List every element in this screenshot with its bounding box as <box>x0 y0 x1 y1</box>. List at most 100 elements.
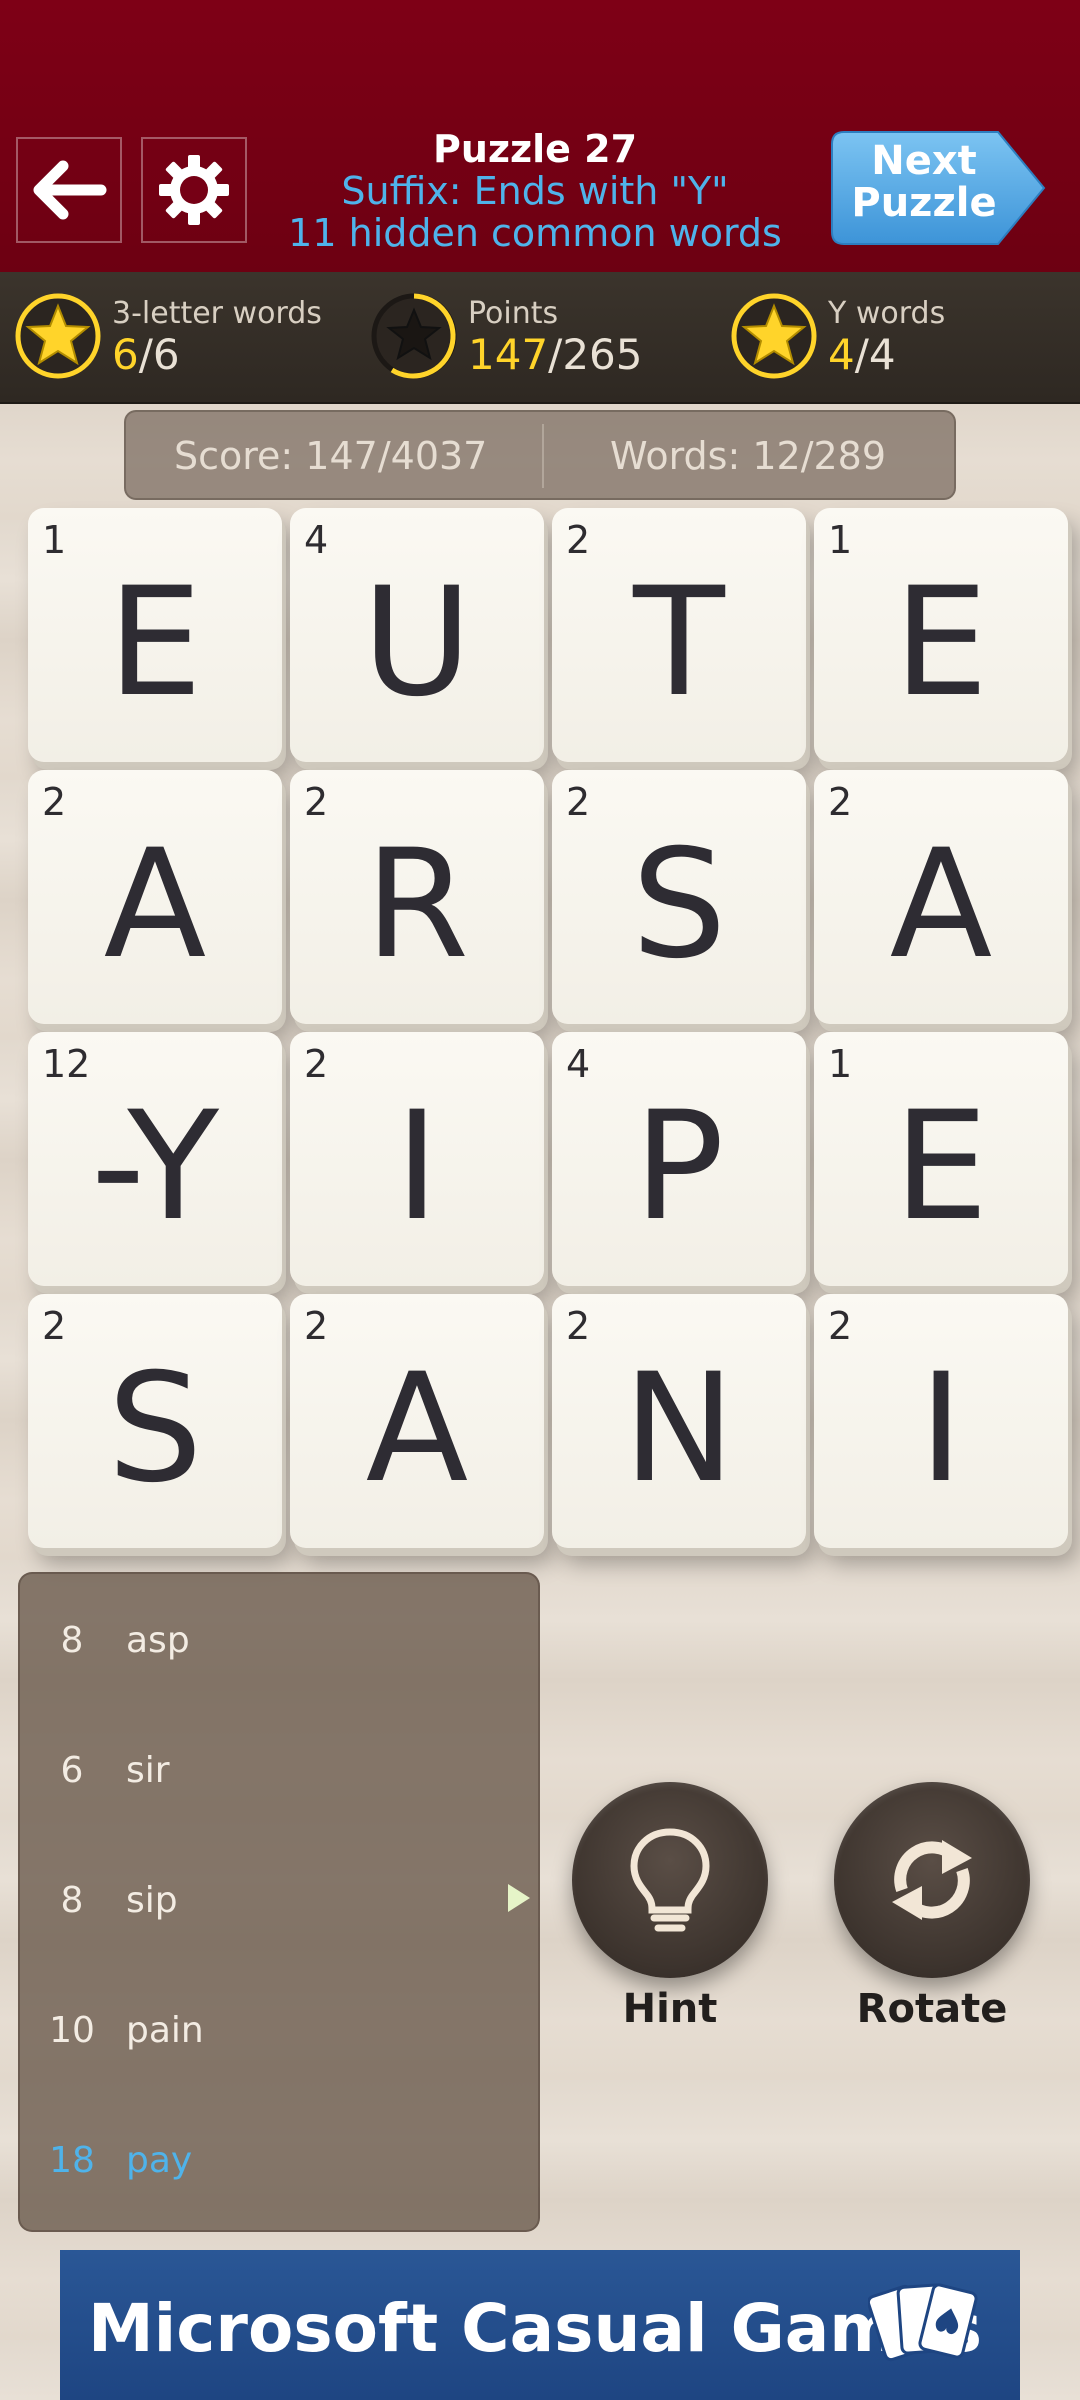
word-text: asp <box>126 1620 190 1661</box>
rotate-icon <box>892 1840 972 1920</box>
tile-letter: I <box>394 1080 440 1254</box>
tile-letter: A <box>103 818 207 992</box>
tile-points: 2 <box>566 1304 591 1348</box>
letter-tile[interactable]: 4P <box>552 1032 806 1286</box>
back-button[interactable] <box>16 137 122 243</box>
list-item-latest[interactable]: 18 pay <box>20 2120 540 2200</box>
stat-value: 147/265 <box>468 330 643 379</box>
stat-label: 3-letter words <box>112 296 322 331</box>
letter-tile[interactable]: 2N <box>552 1294 806 1548</box>
gear-icon <box>159 155 229 225</box>
tile-letter: N <box>622 1342 736 1516</box>
word-points: 18 <box>49 2140 95 2181</box>
letter-tile[interactable]: 1E <box>28 508 282 762</box>
tile-points: 4 <box>304 518 329 562</box>
header-bar: Puzzle 27 Suffix: Ends with "Y" 11 hidde… <box>0 0 1080 272</box>
stat-value: 4/4 <box>828 330 896 379</box>
star-filled-icon <box>15 293 101 379</box>
tile-letter: U <box>362 556 472 730</box>
letter-tile[interactable]: 4U <box>290 508 544 762</box>
list-item[interactable]: 10 pain <box>20 1990 540 2070</box>
rotate-label: Rotate <box>856 1986 1008 2032</box>
score-text: Score: 147/4037 <box>174 434 488 478</box>
tile-points: 2 <box>566 780 591 824</box>
stat-label: Points <box>468 296 559 331</box>
back-arrow-icon <box>33 160 107 220</box>
lightbulb-icon <box>630 1828 710 1932</box>
puzzle-title: Puzzle 27 <box>432 127 638 171</box>
word-points: 8 <box>60 1880 84 1921</box>
letter-tile[interactable]: 2S <box>28 1294 282 1548</box>
list-item[interactable]: 8 sip <box>20 1860 540 1940</box>
found-words-list[interactable]: 8 asp 6 sir 8 sip 10 pain 18 pay <box>18 1572 540 2232</box>
tile-points: 1 <box>828 518 853 562</box>
tile-letter: E <box>893 1080 989 1254</box>
letter-tile[interactable]: 2R <box>290 770 544 1024</box>
hint-button[interactable] <box>572 1782 768 1978</box>
letter-board: 1 E 4 U 2 T 1 E 2 A 2 R 2 S 2 A 12 -Y 2 I 4 P 1 E 2 S 2 A 2 N 2 I <box>28 508 1068 1548</box>
stat-label: Y words <box>828 296 946 331</box>
tile-points: 2 <box>42 780 67 824</box>
word-text: pain <box>126 2010 204 2051</box>
tile-points: 12 <box>42 1042 91 1086</box>
list-item[interactable]: 8 asp <box>20 1600 540 1680</box>
stats-bar: 3-letter words 6/6 Points 147/265 Y word… <box>0 272 1080 404</box>
score-bar: Score: 147/4037 Words: 12/289 <box>124 410 956 500</box>
word-text: sir <box>126 1750 170 1791</box>
tile-points: 2 <box>304 1042 329 1086</box>
tile-points: 2 <box>304 1304 329 1348</box>
word-text: sip <box>126 1880 178 1921</box>
puzzle-suffix-rule: Suffix: Ends with "Y" <box>341 169 729 213</box>
next-label-line2: Puzzle <box>851 180 997 226</box>
next-label-line1: Next <box>871 138 977 184</box>
star-filled-icon <box>731 293 817 379</box>
word-points: 6 <box>60 1750 84 1791</box>
word-text: pay <box>126 2140 193 2181</box>
letter-tile[interactable]: 2A <box>290 1294 544 1548</box>
next-puzzle-button[interactable]: Next Puzzle <box>830 130 1048 246</box>
words-found-text: Words: 12/289 <box>610 434 887 478</box>
letter-tile[interactable]: 1E <box>814 1032 1068 1286</box>
tile-letter: T <box>633 556 725 730</box>
puzzle-title-block: Puzzle 27 Suffix: Ends with "Y" 11 hidde… <box>250 128 820 254</box>
tile-points: 2 <box>42 1304 67 1348</box>
tile-points: 1 <box>42 518 67 562</box>
list-item[interactable]: 6 sir <box>20 1730 540 1810</box>
play-arrow-icon[interactable] <box>508 1884 530 1912</box>
ad-banner[interactable]: Microsoft Casual Games <box>60 2250 1020 2400</box>
tile-letter: E <box>893 556 989 730</box>
tile-letter: A <box>889 818 993 992</box>
tile-letter: S <box>631 818 727 992</box>
stat-value: 6/6 <box>112 330 180 379</box>
letter-tile[interactable]: 2T <box>552 508 806 762</box>
tile-letter: I <box>918 1342 964 1516</box>
tile-letter: A <box>365 1342 469 1516</box>
letter-tile[interactable]: 2A <box>28 770 282 1024</box>
next-puzzle-label: Next Puzzle <box>830 140 1018 224</box>
star-progress-icon <box>371 293 457 379</box>
tile-points: 2 <box>566 518 591 562</box>
hint-label: Hint <box>622 1986 718 2032</box>
settings-button[interactable] <box>141 137 247 243</box>
letter-tile[interactable]: 2I <box>290 1032 544 1286</box>
tile-letter: E <box>107 556 203 730</box>
tile-letter: P <box>633 1080 725 1254</box>
letter-tile[interactable]: 1E <box>814 508 1068 762</box>
tile-points: 2 <box>828 780 853 824</box>
word-points: 10 <box>49 2010 95 2051</box>
letter-tile[interactable]: 2A <box>814 770 1068 1024</box>
letter-tile[interactable]: 12 -Y <box>28 1032 282 1286</box>
tile-letter: -Y <box>91 1080 219 1254</box>
tile-points: 2 <box>304 780 329 824</box>
tile-letter: R <box>364 818 470 992</box>
tile-letter: S <box>107 1342 203 1516</box>
playing-cards-icon <box>868 2283 978 2362</box>
letter-tile[interactable]: 2S <box>552 770 806 1024</box>
tile-points: 4 <box>566 1042 591 1086</box>
tile-points: 1 <box>828 1042 853 1086</box>
puzzle-hidden-words-count: 11 hidden common words <box>288 211 782 255</box>
tile-points: 2 <box>828 1304 853 1348</box>
score-divider <box>542 424 544 488</box>
rotate-button[interactable] <box>834 1782 1030 1978</box>
letter-tile[interactable]: 2I <box>814 1294 1068 1548</box>
